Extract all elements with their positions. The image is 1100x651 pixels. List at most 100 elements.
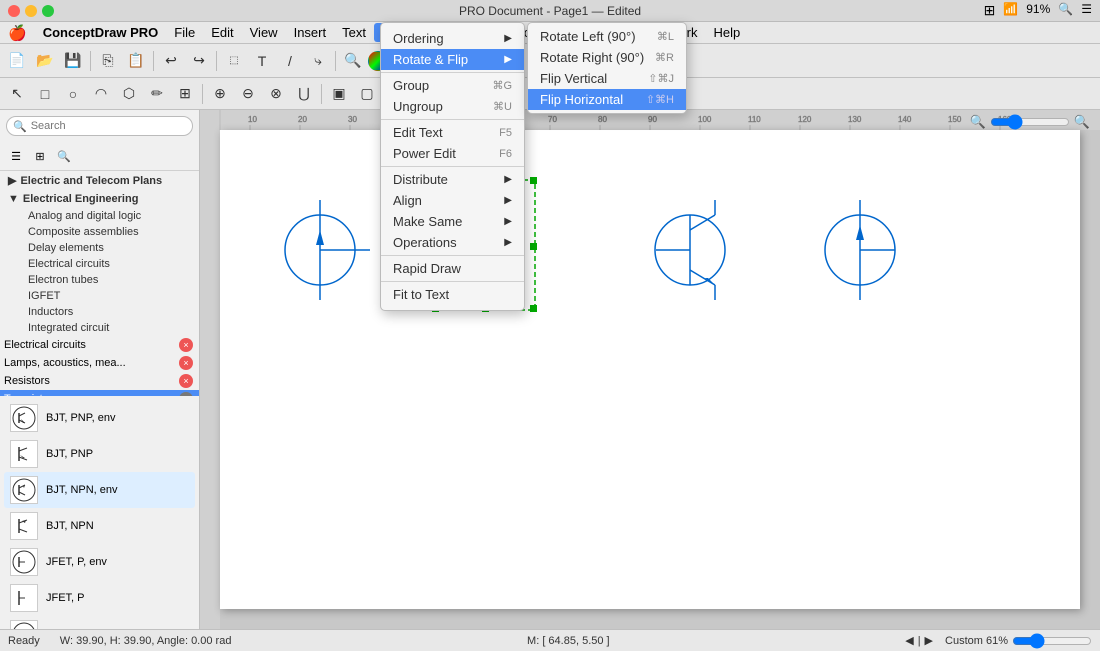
shape-jfet-n-env[interactable]: JFET, N, env [4, 616, 195, 629]
canvas-area[interactable]: 10 20 30 40 50 60 70 80 90 100 110 120 1… [200, 110, 1100, 629]
close-button[interactable] [8, 5, 20, 17]
shape-bjt-npn-env[interactable]: BJT, NPN, env [4, 472, 195, 508]
list-view-btn[interactable]: ☰ [6, 146, 26, 166]
library-resistors[interactable]: Resistors × [0, 372, 199, 390]
ellipse-tool[interactable]: ○ [60, 81, 86, 107]
flip-horizontal-shortcut: ⇧⌘H [646, 93, 674, 106]
sidebar-item-integrated[interactable]: Integrated circuit [8, 320, 199, 336]
apple-menu[interactable]: 🍎 [0, 24, 35, 42]
shape-bjt-pnp[interactable]: BJT, PNP [4, 436, 195, 472]
paste-button[interactable]: 📋 [123, 48, 149, 74]
connector-button[interactable]: ⤷ [305, 48, 331, 74]
flip-vertical-shortcut: ⇧⌘J [648, 72, 674, 85]
intersect-shape-btn[interactable]: ⊗ [263, 81, 289, 107]
menu-icon[interactable]: ☰ [1081, 2, 1092, 19]
power-edit-item[interactable]: Power Edit F6 [381, 143, 524, 164]
prev-page-btn[interactable]: ◀ [905, 634, 913, 647]
align-item[interactable]: Align ▶ [381, 190, 524, 211]
select-tool[interactable]: ↖ [4, 81, 30, 107]
freehand-tool[interactable]: ✏ [144, 81, 170, 107]
zoom-in-icon[interactable]: 🔍 [1074, 114, 1090, 130]
sidebar-item-analog[interactable]: Analog and digital logic [8, 208, 199, 224]
menu-file[interactable]: File [166, 23, 203, 42]
status-zoom-slider[interactable] [1012, 633, 1092, 649]
line-button[interactable]: / [277, 48, 303, 74]
zoom-in-button[interactable]: 🔍 [340, 48, 366, 74]
ordering-item[interactable]: Ordering ▶ [381, 28, 524, 49]
sidebar-item-delay[interactable]: Delay elements [8, 240, 199, 256]
zoom-out-icon[interactable]: 🔍 [970, 114, 986, 130]
shape-bjt-npn[interactable]: BJT, NPN [4, 508, 195, 544]
subtract-shape-btn[interactable]: ⊖ [235, 81, 261, 107]
new-button[interactable]: 📄 [4, 48, 30, 74]
menu-insert[interactable]: Insert [286, 23, 335, 42]
rotate-right-item[interactable]: Rotate Right (90°) ⌘R [528, 47, 686, 68]
ruler-left [200, 130, 220, 629]
search-icon[interactable]: 🔍 [1058, 2, 1073, 19]
sidebar-item-electrical-engineering[interactable]: ▼ Electrical Engineering [0, 190, 199, 208]
app-name-menu[interactable]: ConceptDraw PRO [35, 23, 167, 42]
zoom-slider[interactable] [990, 114, 1070, 130]
rotate-flip-item[interactable]: Rotate & Flip ▶ [381, 49, 524, 70]
rotate-right-label: Rotate Right (90°) [540, 50, 644, 65]
maximize-button[interactable] [42, 5, 54, 17]
library-electrical-circuits[interactable]: Electrical circuits × [0, 336, 199, 354]
search-view-btn[interactable]: 🔍 [54, 146, 74, 166]
sidebar-item-electron-tubes[interactable]: Electron tubes [8, 272, 199, 288]
add-shape-btn[interactable]: ⊕ [207, 81, 233, 107]
search-input[interactable] [31, 120, 161, 132]
flip-vertical-item[interactable]: Flip Vertical ⇧⌘J [528, 68, 686, 89]
union-shape-btn[interactable]: ⋃ [291, 81, 317, 107]
arc-tool[interactable]: ◠ [88, 81, 114, 107]
status-mouse-position: M: [ 64.85, 5.50 ] [527, 635, 610, 647]
table-tool[interactable]: ⊞ [172, 81, 198, 107]
shape-jfet-p-env[interactable]: JFET, P, env [4, 544, 195, 580]
ungroup-item[interactable]: Ungroup ⌘U [381, 96, 524, 117]
next-page-btn[interactable]: ▶ [925, 634, 933, 647]
library-lamps[interactable]: Lamps, acoustics, mea... × [0, 354, 199, 372]
make-same-item[interactable]: Make Same ▶ [381, 211, 524, 232]
redo-button[interactable]: ↪ [186, 48, 212, 74]
shapes-button[interactable]: ⬚ [221, 48, 247, 74]
sidebar-item-inductors[interactable]: Inductors [8, 304, 199, 320]
ungroup-btn[interactable]: ▢ [354, 81, 380, 107]
menu-view[interactable]: View [242, 23, 286, 42]
group-btn[interactable]: ▣ [326, 81, 352, 107]
save-button[interactable]: 💾 [60, 48, 86, 74]
edit-text-item[interactable]: Edit Text F5 [381, 122, 524, 143]
menu-help[interactable]: Help [705, 23, 748, 42]
rect-tool[interactable]: □ [32, 81, 58, 107]
library-close-badge[interactable]: × [179, 338, 193, 352]
drawing-canvas[interactable] [220, 130, 1080, 609]
sidebar-item-electric-telecom[interactable]: ▶ Electric and Telecom Plans [0, 171, 199, 190]
shape-icon-bjt-npn [10, 512, 38, 540]
shape-jfet-p[interactable]: JFET, P [4, 580, 195, 616]
sidebar-item-igfet[interactable]: IGFET [8, 288, 199, 304]
edit-section: Edit Text F5 Power Edit F6 [381, 120, 524, 167]
text-button[interactable]: T [249, 48, 275, 74]
menu-edit[interactable]: Edit [203, 23, 241, 42]
library-close-badge[interactable]: × [179, 356, 193, 370]
group-item[interactable]: Group ⌘G [381, 75, 524, 96]
operations-item[interactable]: Operations ▶ [381, 232, 524, 253]
poly-tool[interactable]: ⬡ [116, 81, 142, 107]
grid-view-btn[interactable]: ⊞ [30, 146, 50, 166]
undo-button[interactable]: ↩ [158, 48, 184, 74]
shape-bjt-pnp-env[interactable]: BJT, PNP, env [4, 400, 195, 436]
open-button[interactable]: 📂 [32, 48, 58, 74]
rapid-draw-item[interactable]: Rapid Draw [381, 258, 524, 279]
fit-to-text-item[interactable]: Fit to Text [381, 284, 524, 305]
sidebar-item-elec-circuits[interactable]: Electrical circuits [8, 256, 199, 272]
sep4 [335, 51, 336, 71]
rotate-left-item[interactable]: Rotate Left (90°) ⌘L [528, 26, 686, 47]
operations-arrow: ▶ [504, 237, 512, 248]
sidebar-item-composite[interactable]: Composite assemblies [8, 224, 199, 240]
menu-text[interactable]: Text [334, 23, 374, 42]
distribute-item[interactable]: Distribute ▶ [381, 169, 524, 190]
grid-icon[interactable]: ⊞ [984, 2, 996, 19]
minimize-button[interactable] [25, 5, 37, 17]
library-close-badge[interactable]: × [179, 374, 193, 388]
svg-text:20: 20 [298, 115, 307, 124]
flip-horizontal-item[interactable]: Flip Horizontal ⇧⌘H [528, 89, 686, 110]
copy-button[interactable]: ⎘ [95, 48, 121, 74]
